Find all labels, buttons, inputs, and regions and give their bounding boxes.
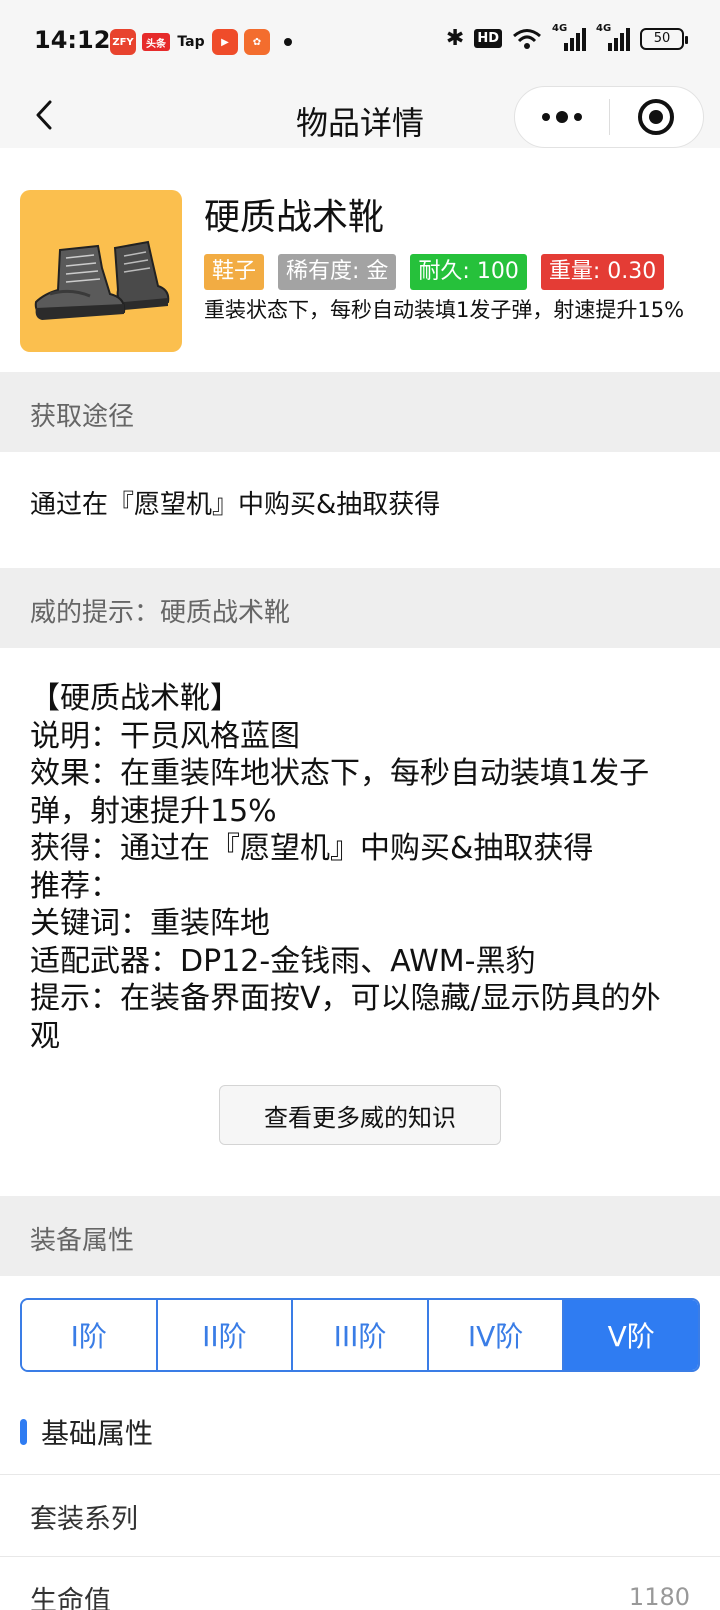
tips-body: 【硬质战术靴】 说明：干员风格蓝图 效果：在重装阵地状态下，每秒自动装填1发子弹… [30, 680, 690, 1055]
item-header: 硬质战术靴 鞋子 稀有度: 金 耐久: 100 重量: 0.30 重装状态下，每… [0, 148, 720, 372]
item-name: 硬质战术靴 [204, 197, 385, 238]
dot-icon [541, 113, 550, 121]
rarity-tag: 稀有度: 金 [278, 254, 397, 290]
tips-line: 关键词：重装阵地 [30, 906, 270, 941]
boots-icon [34, 240, 170, 320]
status-bar: 14:12 ZFY 头条 Tap ▶ ✿ ✱ HD 4G 4G 50 [0, 0, 720, 86]
tier-tab-2[interactable]: II阶 [157, 1300, 294, 1370]
app2-notification-icon: ✿ [244, 29, 270, 55]
tips-line: 推荐： [30, 868, 120, 904]
obtain-text: 通过在『愿望机』中购买&抽取获得 [30, 490, 441, 520]
more-notifications-dot [284, 38, 292, 46]
tier-tab-4[interactable]: IV阶 [428, 1300, 565, 1370]
obtain-section-header: 获取途径 [0, 372, 720, 452]
attribute-label: 套装系列 [30, 1504, 138, 1535]
tips-line: 获得：通过在『愿望机』中购买&抽取获得 [30, 831, 594, 866]
more-knowledge-button[interactable]: 查看更多威的知识 [219, 1085, 501, 1145]
tap-notification-icon: Tap [177, 34, 205, 50]
tips-line: 说明：干员风格蓝图 [30, 718, 300, 754]
attributes-section-title: 装备属性 [30, 1226, 135, 1256]
tips-line: 【硬质战术靴】 [30, 681, 240, 716]
heading-accent-bar [20, 1419, 27, 1445]
durability-tag: 耐久: 100 [410, 254, 527, 290]
basic-attributes-title: 基础属性 [41, 1417, 154, 1450]
dot-icon [555, 111, 568, 123]
app-notification-icon: ZFY [110, 29, 136, 55]
system-indicators: ✱ HD 4G 4G 50 [445, 23, 688, 51]
attributes-section-header: 装备属性 [0, 1196, 720, 1276]
tips-line: 适配武器：DP12-金钱雨、AWM-黑豹 [30, 943, 536, 979]
target-icon [638, 99, 675, 135]
attribute-value: 1180 [628, 1583, 690, 1610]
close-miniprogram-button[interactable] [610, 87, 704, 147]
item-description: 重装状态下，每秒自动装填1发子弹，射速提升15% [204, 298, 685, 322]
tips-section-title: 威的提示：硬质战术靴 [30, 598, 291, 628]
signal-icon-1: 4G [552, 23, 586, 51]
battery-icon: 50 [640, 27, 688, 50]
obtain-section-title: 获取途径 [30, 402, 135, 432]
dot-icon [573, 113, 582, 121]
attribute-label: 生命值 [30, 1586, 111, 1610]
toutiao-notification-icon: 头条 [142, 33, 170, 51]
item-image [20, 190, 182, 352]
status-time: 14:12 [34, 26, 111, 54]
tier-tabs: I阶 II阶 III阶 IV阶 V阶 [20, 1298, 700, 1372]
tips-line: 提示：在装备界面按V，可以隐藏/显示防具的外观 [30, 981, 661, 1054]
signal-icon-2: 4G [596, 23, 630, 51]
nav-bar: 物品详情 [0, 86, 720, 148]
wifi-icon [513, 28, 541, 49]
tips-section-header: 威的提示：硬质战术靴 [0, 568, 720, 648]
video-notification-icon: ▶ [212, 29, 238, 55]
tier-tab-3[interactable]: III阶 [293, 1300, 429, 1370]
tier-tab-5[interactable]: V阶 [564, 1300, 698, 1370]
miniprogram-capsule [514, 86, 704, 148]
attribute-row-hp: 生命值 1180 [0, 1556, 720, 1610]
more-menu-button[interactable] [515, 87, 609, 147]
notification-icons: ZFY 头条 Tap ▶ ✿ [110, 29, 292, 55]
attribute-row-set-series: 套装系列 [0, 1474, 720, 1554]
tips-line: 效果：在重装阵地状态下，每秒自动装填1发子弹，射速提升15% [30, 756, 650, 829]
bluetooth-icon: ✱ [445, 26, 465, 51]
basic-attributes-heading: 基础属性 [20, 1412, 153, 1452]
item-tags: 鞋子 稀有度: 金 耐久: 100 重量: 0.30 [204, 254, 665, 290]
type-tag: 鞋子 [204, 254, 265, 290]
tier-tab-1[interactable]: I阶 [22, 1300, 158, 1370]
weight-tag: 重量: 0.30 [540, 254, 665, 290]
hd-icon: HD [474, 29, 502, 48]
